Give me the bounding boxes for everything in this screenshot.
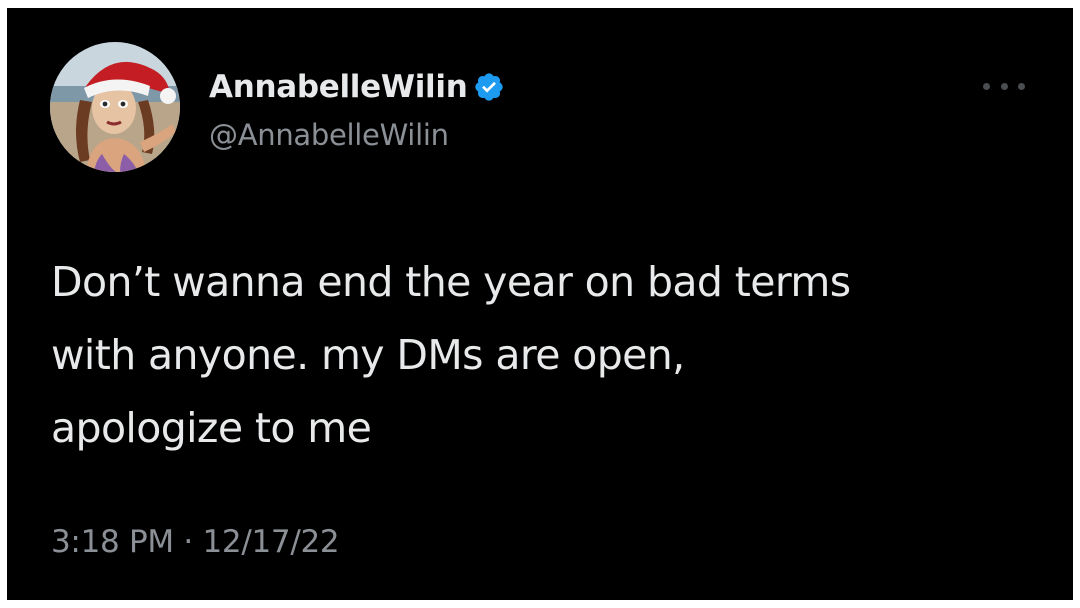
tweet-text-line: Don’t wanna end the year on bad terms: [51, 258, 851, 306]
tweet-date: 12/17/22: [202, 524, 340, 560]
avatar-image: [50, 42, 180, 172]
verified-badge-icon: [475, 73, 504, 101]
avatar[interactable]: [50, 42, 180, 172]
tweet-timestamp[interactable]: 3:18 PM · 12/17/22: [51, 524, 340, 560]
user-handle[interactable]: @AnnabelleWilin: [209, 118, 449, 152]
author-row[interactable]: AnnabelleWilin: [209, 66, 505, 108]
dot-icon: [1000, 82, 1008, 90]
dot-icon: [983, 82, 990, 90]
timestamp-separator: ·: [183, 524, 193, 560]
dot-icon: [1018, 82, 1025, 90]
tweet-text-line: apologize to me: [51, 404, 372, 452]
display-name[interactable]: AnnabelleWilin: [209, 69, 468, 105]
more-options-icon[interactable]: [983, 74, 1025, 98]
tweet-card: AnnabelleWilin @AnnabelleWilin Don’t wan…: [7, 8, 1073, 600]
tweet-text-line: with anyone. my DMs are open,: [51, 331, 685, 379]
tweet-time: 3:18 PM: [51, 524, 174, 560]
tweet-text: Don’t wanna end the year on bad terms wi…: [51, 246, 1051, 465]
